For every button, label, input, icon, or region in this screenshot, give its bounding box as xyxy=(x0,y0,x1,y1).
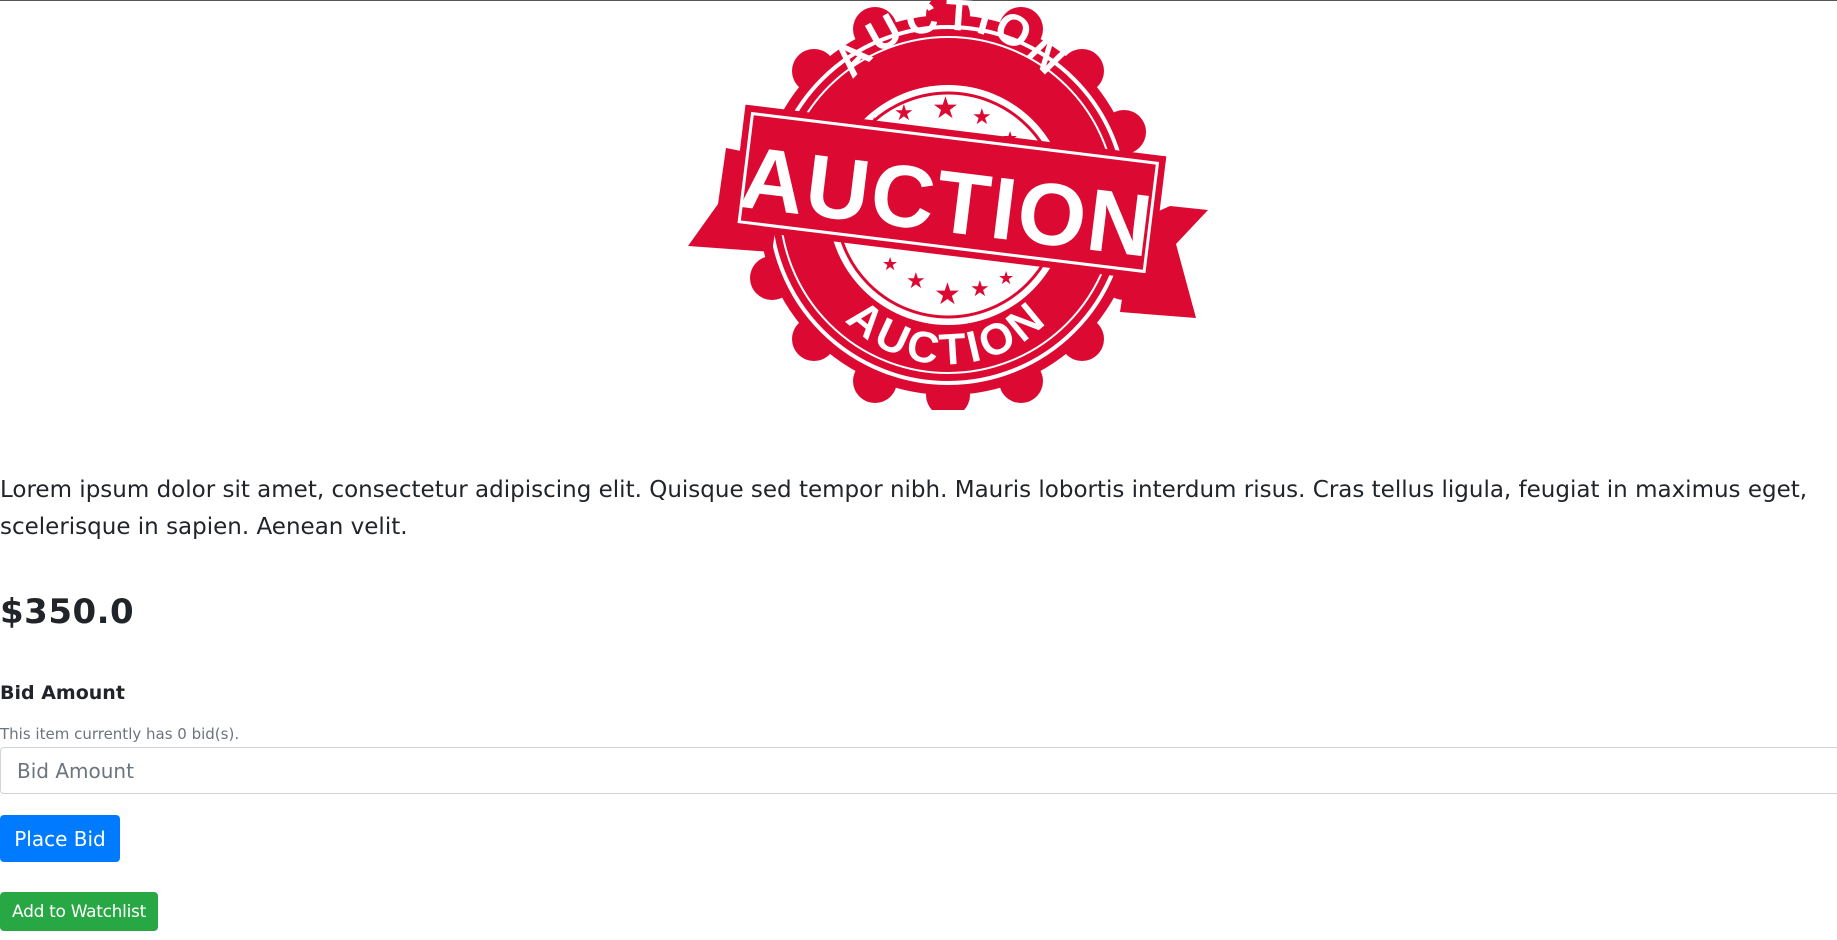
svg-text:★: ★ xyxy=(934,277,961,312)
svg-text:★: ★ xyxy=(998,268,1014,289)
auction-stamp-logo: AUCTION AUCTION ★ ★ ★ ★ ★ ★ ★ ★ ★ ★ xyxy=(686,0,1210,410)
listing-page: AUCTION AUCTION ★ ★ ★ ★ ★ ★ ★ ★ ★ ★ xyxy=(0,0,1837,940)
svg-text:★: ★ xyxy=(906,269,926,294)
listing-price: $350.0 xyxy=(0,592,135,632)
svg-text:★: ★ xyxy=(882,254,898,275)
svg-text:★: ★ xyxy=(932,91,959,126)
bid-count-help-text: This item currently has 0 bid(s). xyxy=(0,725,240,743)
listing-description: Lorem ipsum dolor sit amet, consectetur … xyxy=(0,477,1808,540)
bid-amount-label: Bid Amount xyxy=(0,682,125,704)
svg-text:★: ★ xyxy=(894,101,914,126)
add-to-watchlist-button[interactable]: Add to Watchlist xyxy=(0,892,158,931)
place-bid-button[interactable]: Place Bid xyxy=(0,815,120,862)
bid-amount-input[interactable] xyxy=(0,747,1837,794)
svg-text:★: ★ xyxy=(972,105,992,130)
svg-text:★: ★ xyxy=(970,277,990,302)
